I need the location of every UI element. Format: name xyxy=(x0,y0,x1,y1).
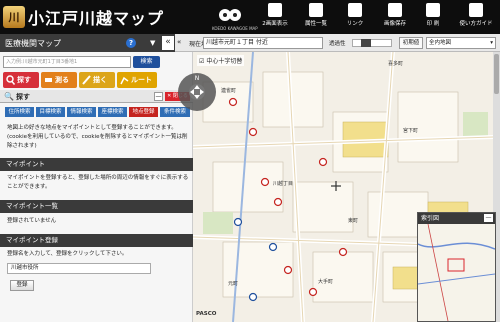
registration-description: 地図上の好きな地点をマイポイントとして登録することができます。(cookieを利… xyxy=(7,125,188,149)
address-search-button[interactable]: 検索 xyxy=(133,56,160,68)
my-point-text: マイポイントを登録すると、登録した場所の周辺の情報をすぐに表示することができます… xyxy=(7,175,189,190)
search-panel-title: 探す xyxy=(16,93,30,101)
pan-control[interactable]: N xyxy=(177,72,217,112)
search-panel-header: 🔍 探す — ✕ 閉じる xyxy=(0,90,193,103)
guide-button[interactable]: 使い方ガイド xyxy=(455,2,497,32)
mascot-icon xyxy=(219,9,241,21)
transparency-slider[interactable] xyxy=(352,39,392,47)
tab-info-search[interactable]: 情報検索 xyxy=(67,107,96,117)
draw-mode-button[interactable]: 描く xyxy=(79,72,115,88)
map-label: 東町 xyxy=(348,218,359,224)
pencil-icon xyxy=(82,75,91,85)
scroll-thumb[interactable] xyxy=(494,54,499,94)
ruler-icon xyxy=(45,78,52,82)
reset-button[interactable]: 初期値 xyxy=(399,37,423,49)
measure-mode-button[interactable]: 測る xyxy=(41,72,77,88)
map-credit: PASCO xyxy=(196,311,217,317)
map-label: 元町 xyxy=(228,281,239,287)
current-address-field[interactable]: 川越市元町１丁目 付近 xyxy=(203,37,323,49)
search-mode-label: 探す xyxy=(17,76,31,84)
left-panel: 医療機関マップ ? ▼ « 入力例:川越市元町1丁目3番地1 検索 探す 測る … xyxy=(0,34,193,322)
mode-buttons: 探す 測る 描く ルート xyxy=(3,72,193,88)
route-mode-label: ルート xyxy=(131,76,152,84)
app-title: 小江戸川越マップ xyxy=(28,9,165,28)
save-image-button[interactable]: 画像保存 xyxy=(380,2,410,32)
route-mode-button[interactable]: ルート xyxy=(117,72,157,88)
map-label: 川越丁目 xyxy=(273,181,294,187)
map-label: 連雀町 xyxy=(221,88,237,94)
route-icon xyxy=(120,76,129,85)
crosshair-toggle-label: 中心十字切替 xyxy=(206,58,243,65)
mascot-label: KOEDO KAWAGOE MAP xyxy=(212,26,258,31)
link-button[interactable]: リンク xyxy=(340,2,370,32)
print-button[interactable]: 印 刷 xyxy=(420,2,446,32)
guide-icon xyxy=(469,3,483,17)
link-label: リンク xyxy=(346,21,364,27)
checkbox-icon[interactable]: ☑ xyxy=(199,58,204,65)
index-map-title: 索引図 xyxy=(421,215,440,222)
map-label: 大手町 xyxy=(318,279,334,285)
collapse-panel-icon[interactable]: « xyxy=(162,36,174,50)
register-button[interactable]: 登録 xyxy=(10,280,34,291)
magnifier-icon: 🔍 xyxy=(4,92,14,101)
tab-landmark-search[interactable]: 目標検索 xyxy=(36,107,65,117)
link-icon xyxy=(348,3,362,17)
tab-coordinate-search[interactable]: 座標検索 xyxy=(98,107,127,117)
address-search-input[interactable]: 入力例:川越市元町1丁目3番地1 xyxy=(3,56,131,68)
measure-mode-label: 測る xyxy=(55,76,69,84)
map-label: 喜多町 xyxy=(388,61,404,67)
print-label: 印 刷 xyxy=(426,21,440,27)
crosshair-toggle[interactable]: ☑ 中心十字切替 xyxy=(197,55,245,66)
index-map-panel: 索引図 — xyxy=(417,212,496,322)
attribute-list-icon xyxy=(309,3,323,17)
app-header: 川 小江戸川越マップ KOEDO KAWAGOE MAP 2画面表示 属性一覧 … xyxy=(0,0,500,34)
registration-name-input[interactable]: 川越市役所 xyxy=(7,263,151,274)
my-point-list-empty: 登録されていません xyxy=(7,218,57,224)
index-map-graphic[interactable] xyxy=(418,224,495,321)
attribute-list-button[interactable]: 属性一覧 xyxy=(301,2,331,32)
expand-panel-icon[interactable]: « xyxy=(177,38,181,46)
transparency-label: 透過性 xyxy=(329,41,346,47)
compass-north-label: N xyxy=(195,75,200,82)
map-toolbar: « 現在地 川越市元町１丁目 付近 透過性 初期値 全内地図 ▾ xyxy=(175,34,500,52)
my-point-heading: マイポイント xyxy=(0,158,193,171)
save-image-icon xyxy=(388,3,402,17)
map-label: 宮下町 xyxy=(403,128,419,134)
chevron-down-icon: ▾ xyxy=(490,40,493,46)
address-search-row: 入力例:川越市元町1丁目3番地1 検索 xyxy=(3,56,190,68)
index-map-minimize-button[interactable]: — xyxy=(484,214,493,222)
app-logo: 川 xyxy=(3,6,25,28)
slider-handle[interactable] xyxy=(361,39,371,47)
save-image-label: 画像保存 xyxy=(383,21,406,27)
search-mode-button[interactable]: 探す xyxy=(3,72,39,88)
guide-label: 使い方ガイド xyxy=(459,21,493,27)
search-tabs: 住所検索 目標検索 情報検索 座標検索 地点登録 条件検索 xyxy=(5,107,193,117)
logo-char: 川 xyxy=(8,11,20,24)
attribute-list-label: 属性一覧 xyxy=(304,21,327,27)
base-map-select[interactable]: 全内地図 ▾ xyxy=(426,37,496,49)
registration-heading: マイポイント登録 xyxy=(0,234,193,247)
draw-mode-label: 描く xyxy=(93,76,107,84)
registration-instructions: 登録名を入力して、登録をクリックして下さい。 xyxy=(7,251,128,257)
tab-point-registration[interactable]: 地点登録 xyxy=(129,107,158,117)
tab-address-search[interactable]: 住所検索 xyxy=(5,107,34,117)
print-icon xyxy=(426,3,440,17)
base-map-value: 全内地図 xyxy=(429,40,452,46)
split-view-label: 2画面表示 xyxy=(262,21,288,27)
magnifier-icon xyxy=(6,75,15,85)
help-icon[interactable]: ? xyxy=(126,38,136,48)
map-title-bar: 医療機関マップ ? ▼ « xyxy=(0,34,193,52)
split-view-icon xyxy=(268,3,282,17)
minimize-button[interactable]: — xyxy=(154,92,163,101)
my-point-list-heading: マイポイント一覧 xyxy=(0,200,193,213)
map-title: 医療機関マップ xyxy=(5,39,61,48)
chevron-down-icon[interactable]: ▼ xyxy=(150,39,155,47)
split-view-button[interactable]: 2画面表示 xyxy=(258,2,292,32)
